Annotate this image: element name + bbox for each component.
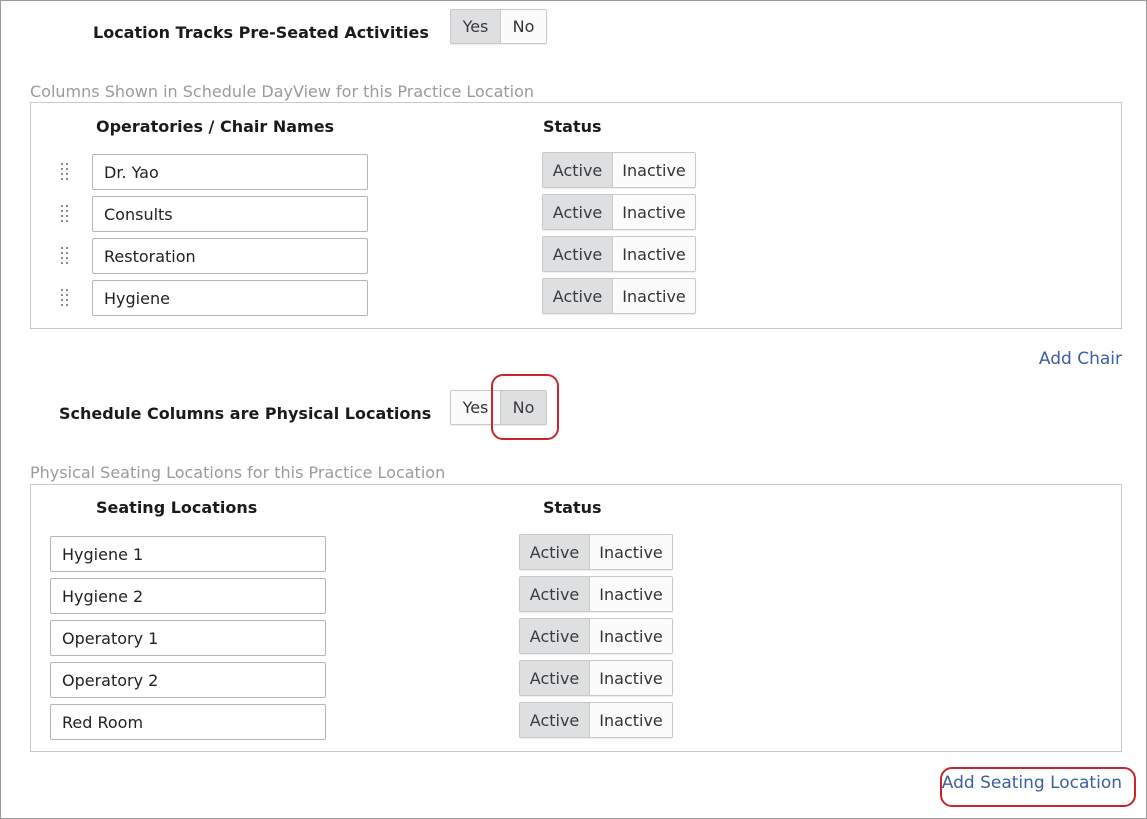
chair-active-button[interactable]: Active [543,237,613,271]
seating-active-button[interactable]: Active [520,619,590,653]
physical-locations-no-button[interactable]: No [499,391,546,424]
pre-seated-no-button[interactable]: No [499,10,546,43]
pre-seated-label: Location Tracks Pre-Seated Activities [93,23,429,42]
chair-status-toggle: Active Inactive [542,236,696,272]
chair-inactive-button[interactable]: Inactive [612,237,695,271]
chair-inactive-button[interactable]: Inactive [612,153,695,187]
seating-location-input[interactable] [50,536,326,572]
seating-status-toggle: Active Inactive [519,660,673,696]
add-seating-location-link[interactable]: Add Seating Location [942,773,1122,793]
seating-location-input[interactable] [50,578,326,614]
seating-inactive-button[interactable]: Inactive [589,703,672,737]
chair-name-input[interactable] [92,280,368,316]
seating-inactive-button[interactable]: Inactive [589,619,672,653]
seating-status-toggle: Active Inactive [519,618,673,654]
seating-inactive-button[interactable]: Inactive [589,661,672,695]
seating-status-header: Status [543,498,602,517]
physical-locations-toggle: Yes No [450,390,547,425]
seating-location-input[interactable] [50,620,326,656]
chair-status-toggle: Active Inactive [542,278,696,314]
chair-active-button[interactable]: Active [543,153,613,187]
chair-inactive-button[interactable]: Inactive [612,279,695,313]
chair-names-header: Operatories / Chair Names [96,117,335,136]
seating-active-button[interactable]: Active [520,703,590,737]
seating-active-button[interactable]: Active [520,661,590,695]
seating-section-title: Physical Seating Locations for this Prac… [30,463,446,482]
drag-handle-icon[interactable] [61,247,71,265]
physical-locations-label: Schedule Columns are Physical Locations [59,404,432,423]
seating-location-input[interactable] [50,704,326,740]
pre-seated-yes-button[interactable]: Yes [451,10,500,43]
pre-seated-toggle: Yes No [450,9,547,44]
drag-handle-icon[interactable] [61,163,71,181]
seating-inactive-button[interactable]: Inactive [589,535,672,569]
drag-handle-icon[interactable] [61,289,71,307]
seating-status-toggle: Active Inactive [519,576,673,612]
chair-active-button[interactable]: Active [543,279,613,313]
chair-name-input[interactable] [92,238,368,274]
columns-status-header: Status [543,117,602,136]
seating-status-toggle: Active Inactive [519,534,673,570]
chair-name-input[interactable] [92,196,368,232]
seating-active-button[interactable]: Active [520,535,590,569]
chair-status-toggle: Active Inactive [542,194,696,230]
columns-section-title: Columns Shown in Schedule DayView for th… [30,82,535,101]
drag-handle-icon[interactable] [61,205,71,223]
seating-status-toggle: Active Inactive [519,702,673,738]
seating-location-input[interactable] [50,662,326,698]
chair-inactive-button[interactable]: Inactive [612,195,695,229]
physical-locations-yes-button[interactable]: Yes [451,391,500,424]
seating-locations-header: Seating Locations [96,498,258,517]
add-chair-link[interactable]: Add Chair [1039,349,1122,369]
chair-status-toggle: Active Inactive [542,152,696,188]
seating-inactive-button[interactable]: Inactive [589,577,672,611]
chair-active-button[interactable]: Active [543,195,613,229]
seating-active-button[interactable]: Active [520,577,590,611]
chair-name-input[interactable] [92,154,368,190]
